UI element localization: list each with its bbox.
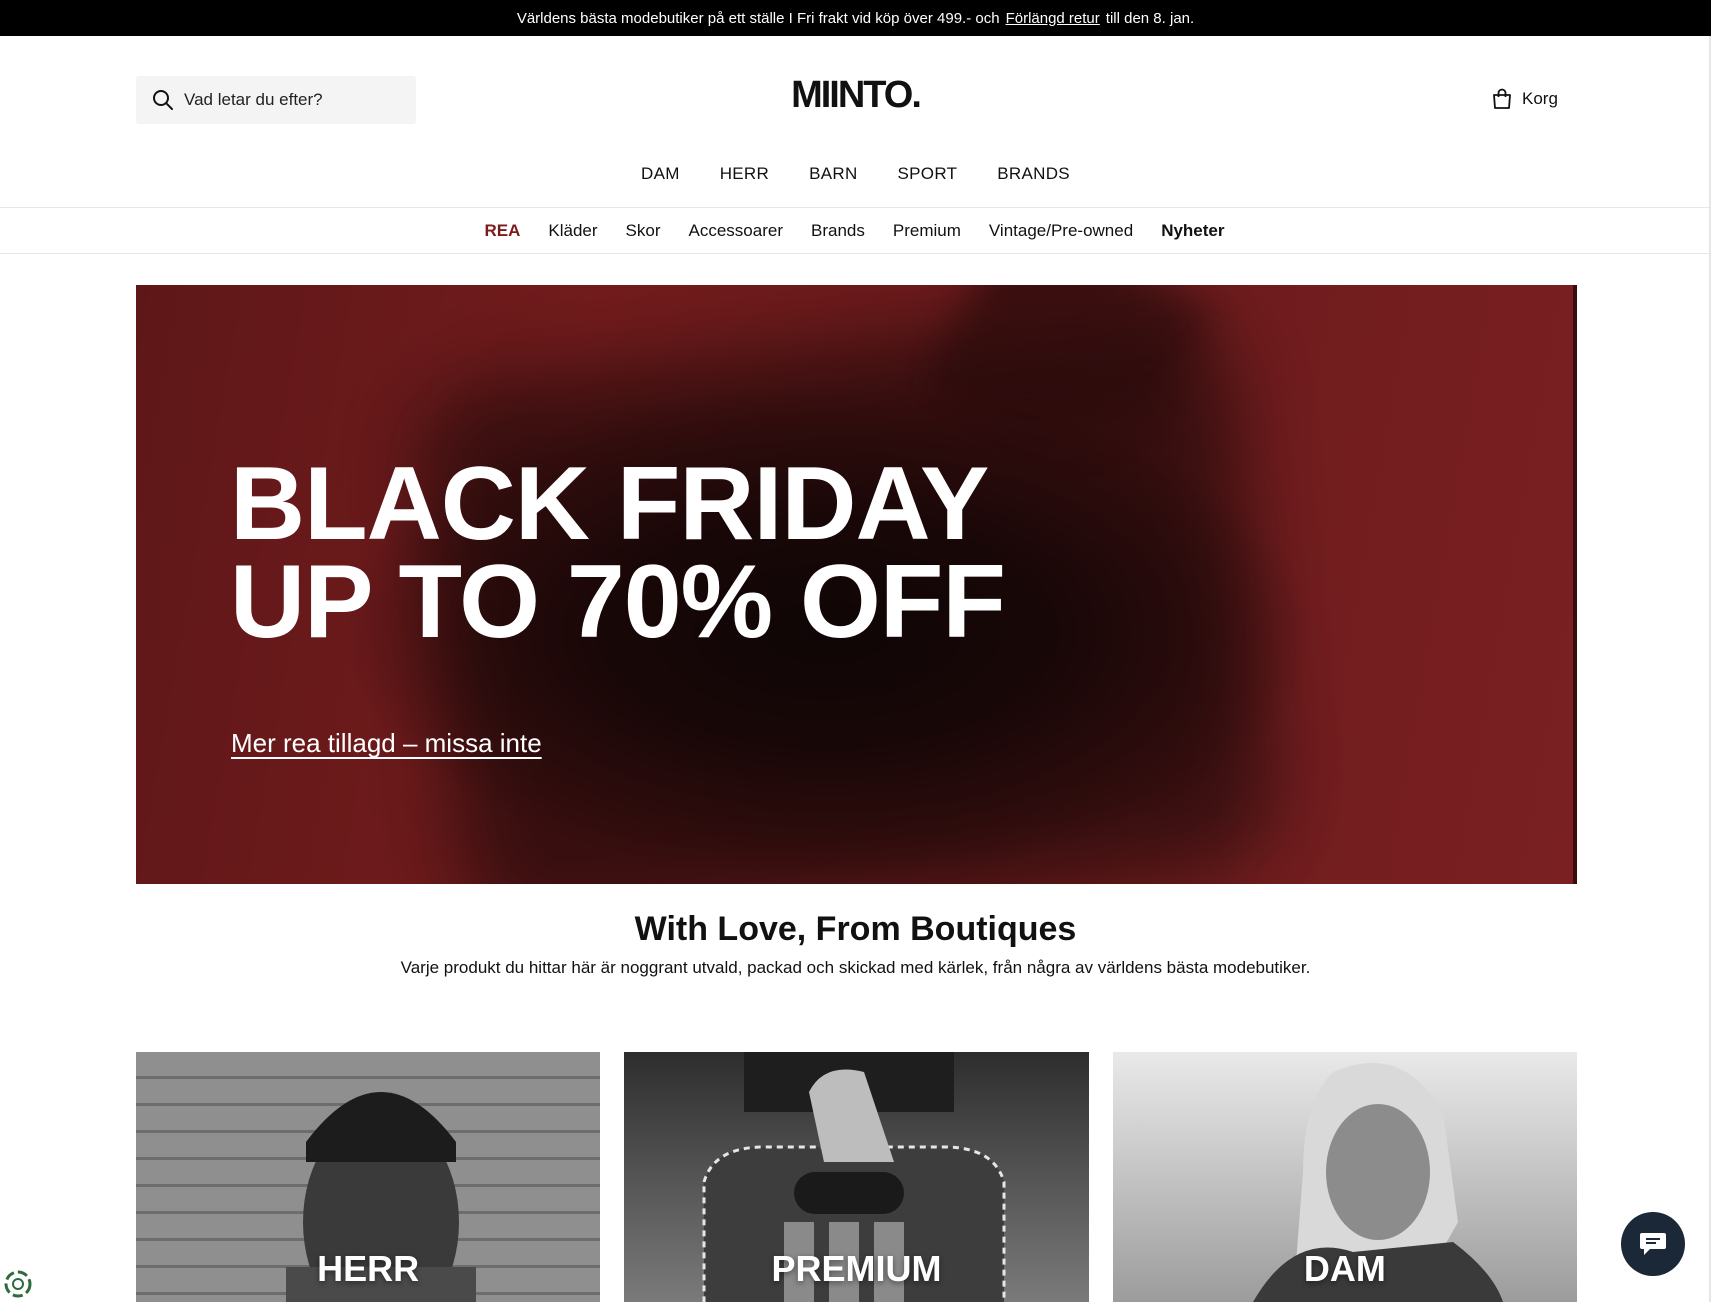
category-tiles: HERR PREMIUM DAM [136, 1052, 1577, 1302]
cart-button[interactable]: Korg [1492, 88, 1558, 110]
hero-line-2: UP TO 70% OFF [230, 544, 1006, 660]
hero-edge [1573, 285, 1577, 884]
announcement-text: Världens bästa modebutiker på ett ställe… [516, 9, 1000, 27]
category-klader[interactable]: Kläder [548, 221, 597, 241]
search-icon [153, 90, 173, 110]
search-box[interactable] [136, 76, 416, 124]
tile-premium[interactable]: PREMIUM [624, 1052, 1089, 1302]
intro-text: Varje produkt du hittar här är noggrant … [400, 958, 1311, 977]
category-accessoarer[interactable]: Accessoarer [689, 221, 783, 241]
nav-item-brands[interactable]: BRANDS [997, 160, 1070, 188]
nav-item-dam[interactable]: DAM [641, 160, 680, 188]
nav-item-barn[interactable]: BARN [809, 160, 857, 188]
category-vintage[interactable]: Vintage/Pre-owned [989, 221, 1133, 241]
category-premium[interactable]: Premium [893, 221, 961, 241]
nav-item-sport[interactable]: SPORT [898, 160, 958, 188]
hero-cta-link[interactable]: Mer rea tillagd – missa inte [231, 728, 542, 759]
eco-badge-icon[interactable] [4, 1270, 32, 1298]
tile-dam-label: DAM [1303, 1248, 1386, 1289]
announcement-bar: Världens bästa modebutiker på ett ställe… [0, 0, 1711, 36]
category-skor[interactable]: Skor [626, 221, 661, 241]
category-nyheter[interactable]: Nyheter [1161, 221, 1224, 241]
announcement-text-end: till den 8. jan. [1105, 9, 1195, 27]
search-input[interactable] [184, 90, 404, 110]
tile-premium-label: PREMIUM [771, 1248, 942, 1289]
hero-headline: BLACK FRIDAY UP TO 70% OFF [230, 452, 1006, 654]
cart-label: Korg [1522, 89, 1558, 108]
category-nav: REA Kläder Skor Accessoarer Brands Premi… [0, 207, 1709, 254]
tile-dam[interactable]: DAM [1112, 1052, 1577, 1302]
category-brands[interactable]: Brands [811, 221, 865, 241]
nav-item-herr[interactable]: HERR [720, 160, 769, 188]
main-nav: DAM HERR BARN SPORT BRANDS [0, 160, 1711, 188]
tile-herr[interactable]: HERR [136, 1052, 601, 1302]
extended-return-link[interactable]: Förlängd retur [1006, 10, 1100, 27]
chat-button[interactable] [1621, 1212, 1685, 1276]
category-rea[interactable]: REA [485, 221, 521, 241]
chat-icon [1640, 1233, 1666, 1255]
bag-icon [1493, 88, 1511, 109]
tile-herr-label: HERR [317, 1248, 420, 1289]
miinto-logo[interactable]: MIINTO. [791, 74, 922, 116]
intro-title: With Love, From Boutiques [634, 910, 1077, 948]
hero-banner[interactable]: BLACK FRIDAY UP TO 70% OFF Mer rea tilla… [136, 285, 1577, 884]
